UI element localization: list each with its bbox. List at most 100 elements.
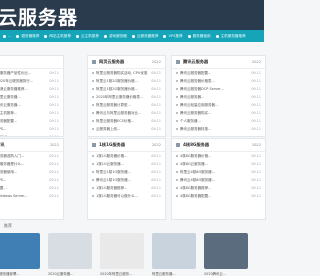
- list-item[interactable]: 1核1G云服务器... 09-11: [88, 160, 165, 168]
- list-item-title[interactable]: 腾讯云1核1G服务器...: [96, 178, 148, 183]
- list-item-title[interactable]: 阿里云服务器ECS价格...: [96, 119, 148, 124]
- list-item[interactable]: ...DCP Server...09-11: [0, 133, 63, 136]
- list-item[interactable]: 腾讯云服务器... 09-11: [172, 93, 265, 101]
- panel-title[interactable]: 资讯: [0, 142, 50, 148]
- list-item[interactable]: ...云服务器是什么...09-11: [0, 160, 63, 168]
- list-item[interactable]: 云服务器上线... 09-11: [88, 125, 165, 133]
- list-item[interactable]: 腾讯云4核8G服务器... 09-11: [172, 176, 265, 184]
- gallery-thumbnail[interactable]: [100, 233, 144, 269]
- list-item-title[interactable]: 4核8G服务器推荐...: [180, 186, 248, 191]
- list-item-title[interactable]: 阿里云4核8G服务器...: [180, 170, 248, 175]
- list-item-title[interactable]: 2020年阿里云服务器价格表...: [96, 95, 148, 100]
- list-item[interactable]: 1核1G服务器可以做什么... 09-11: [88, 192, 165, 200]
- nav-item[interactable]: 云主机推荐: [75, 34, 99, 39]
- nav-item[interactable]: 网站主机推荐: [44, 34, 71, 39]
- list-item-title[interactable]: 阿里云1核2G服务器价格...: [96, 87, 148, 92]
- list-item[interactable]: ...服务器配置...09-11: [0, 117, 63, 125]
- panel-more-link[interactable]: 2022: [50, 143, 59, 147]
- list-item-title[interactable]: ...2020年云服务器排行...: [0, 79, 46, 84]
- list-item-title[interactable]: 腾讯云轻量应用服务器...: [180, 103, 248, 108]
- list-item-title[interactable]: ...服务器使用...: [0, 170, 46, 175]
- list-item[interactable]: 腾讯云服务器特惠... 09-11: [172, 125, 265, 133]
- list-item-title[interactable]: ...香港云服务器推荐...: [0, 87, 46, 92]
- panel-title[interactable]: 1核1G服务器: [99, 142, 152, 148]
- nav-item[interactable]: ...: [3, 34, 11, 38]
- list-item[interactable]: 阿里云1核2G服务器价格... 09-11: [88, 77, 165, 85]
- panel-title[interactable]: 4核8G服务器: [183, 142, 252, 148]
- list-item-title[interactable]: 1核1G云服务器...: [96, 162, 148, 167]
- list-item-title[interactable]: ...服务器配置...: [0, 119, 46, 124]
- list-item-title[interactable]: ...配置...: [0, 186, 46, 191]
- panel-more-link[interactable]: 2022: [252, 143, 261, 147]
- list-item-title[interactable]: ...VPS...: [0, 127, 46, 131]
- gallery-thumbnail[interactable]: [0, 233, 40, 269]
- nav-item[interactable]: VPS推荐: [163, 34, 183, 39]
- list-item-title[interactable]: 腾讯云服务器购买...: [180, 111, 248, 116]
- list-item[interactable]: ...香港云服务器推荐...09-11: [0, 85, 63, 93]
- list-item-title[interactable]: 云服务器上线...: [96, 127, 148, 132]
- list-item[interactable]: 阿里云服务器购买活动, CPU优惠... 09-11: [88, 69, 165, 77]
- list-item-title[interactable]: 4核8G服务器价格...: [180, 154, 248, 159]
- list-item-title[interactable]: 腾讯云服务器...: [180, 95, 248, 100]
- list-item-title[interactable]: 腾讯云与阿里云服务器对比...: [96, 111, 148, 116]
- list-item[interactable]: 腾讯云服务器DCP Server... 09-11: [172, 85, 265, 93]
- list-item[interactable]: 阿里云1核1G服务器... 09-11: [88, 168, 165, 176]
- list-item-title[interactable]: 1核1G服务器可以做什么...: [96, 194, 148, 199]
- list-item-title[interactable]: ...云服务器是什么...: [0, 162, 46, 167]
- list-item[interactable]: ...服务器选购入门...09-11: [0, 152, 63, 160]
- list-item[interactable]: 阿里云服务器ECS价格... 09-11: [88, 117, 165, 125]
- list-item[interactable]: 腾讯云服务器配置... 09-11: [172, 69, 265, 77]
- list-item-title[interactable]: 腾讯云服务器价格表...: [180, 79, 248, 84]
- list-item[interactable]: 腾讯云服务器价格表... 09-11: [172, 77, 265, 85]
- gallery-thumbnail[interactable]: [48, 233, 92, 269]
- list-item-title[interactable]: ...阿里云服务器...: [0, 95, 46, 100]
- list-item[interactable]: 4核8G服务器配置... 09-11: [172, 192, 265, 200]
- list-item[interactable]: 1核1G服务器推荐... 09-11: [88, 184, 165, 192]
- list-item[interactable]: ...Windows Server...09-11: [0, 192, 63, 200]
- list-item[interactable]: ...云服务器产品性价比...09-11: [0, 69, 63, 77]
- list-item[interactable]: ...服务器使用...09-11: [0, 168, 63, 176]
- list-item[interactable]: 4核8G服务器推荐... 09-11: [172, 184, 265, 192]
- list-item[interactable]: ...VPS...09-11: [0, 176, 63, 184]
- list-item-title[interactable]: 腾讯云服务器DCP Server...: [180, 87, 248, 92]
- site-logo[interactable]: 云服务器: [0, 3, 78, 30]
- panel-more-link[interactable]: 2022: [152, 60, 161, 64]
- list-item-title[interactable]: 4核8G云服务器...: [180, 162, 248, 167]
- list-item[interactable]: 阿里云1核2G服务器价格... 09-11: [88, 85, 165, 93]
- nav-item[interactable]: 游戏服务器: [103, 34, 127, 39]
- list-item-title[interactable]: ...腾讯云服务器...: [0, 103, 46, 108]
- nav-item[interactable]: 服务器推荐: [16, 34, 39, 39]
- list-item-title[interactable]: 腾讯云服务器特惠...: [180, 127, 248, 132]
- list-item[interactable]: ...云主机推荐...09-11: [0, 109, 63, 117]
- panel-title[interactable]: 网页云服务器: [99, 59, 152, 65]
- list-item-title[interactable]: 阿里云服务器计算型...: [96, 103, 148, 108]
- list-item[interactable]: 腾讯云服务器购买... 09-11: [172, 109, 265, 117]
- list-item[interactable]: 个人服务器... 09-11: [172, 117, 265, 125]
- list-item[interactable]: 2020年阿里云服务器价格表... 09-11: [88, 93, 165, 101]
- list-item-title[interactable]: 阿里云服务器购买活动, CPU优惠...: [96, 71, 148, 76]
- panel-more-link[interactable]: 2022: [252, 60, 261, 64]
- list-item[interactable]: 阿里云服务器计算型... 09-11: [88, 101, 165, 109]
- gallery-thumbnail[interactable]: [204, 233, 248, 269]
- list-item[interactable]: 腾讯云轻量应用服务器... 09-11: [172, 101, 265, 109]
- list-item[interactable]: 腾讯云与阿里云服务器对比... 09-11: [88, 109, 165, 117]
- list-item[interactable]: ...腾讯云服务器...09-11: [0, 101, 63, 109]
- list-item-title[interactable]: ...云主机推荐...: [0, 111, 46, 116]
- gallery-thumbnail[interactable]: [152, 233, 196, 269]
- list-item-title[interactable]: 1核1G服务器价格...: [96, 154, 148, 159]
- panel-title[interactable]: 腾讯云服务器: [183, 59, 252, 65]
- list-item[interactable]: 4核8G服务器价格... 09-11: [172, 152, 265, 160]
- list-item-title[interactable]: 个人服务器...: [180, 119, 248, 124]
- list-item-title[interactable]: ...VPS...: [0, 178, 46, 182]
- nav-item[interactable]: 云服务器推荐: [131, 34, 158, 39]
- list-item-title[interactable]: ...DCP Server...: [0, 135, 46, 136]
- list-item[interactable]: ...阿里云服务器...09-11: [0, 93, 63, 101]
- list-item[interactable]: ...配置...09-11: [0, 184, 63, 192]
- list-item[interactable]: ...VPS...09-11: [0, 125, 63, 133]
- list-item[interactable]: 腾讯云1核1G服务器... 09-11: [88, 176, 165, 184]
- list-item-title[interactable]: 腾讯云服务器配置...: [180, 71, 248, 76]
- list-item-title[interactable]: 阿里云1核1G服务器...: [96, 170, 148, 175]
- list-item-title[interactable]: ...云服务器产品性价比...: [0, 71, 46, 76]
- list-item[interactable]: ...2020年云服务器排行...09-11: [0, 77, 63, 85]
- panel-more-link[interactable]: 2022: [152, 143, 161, 147]
